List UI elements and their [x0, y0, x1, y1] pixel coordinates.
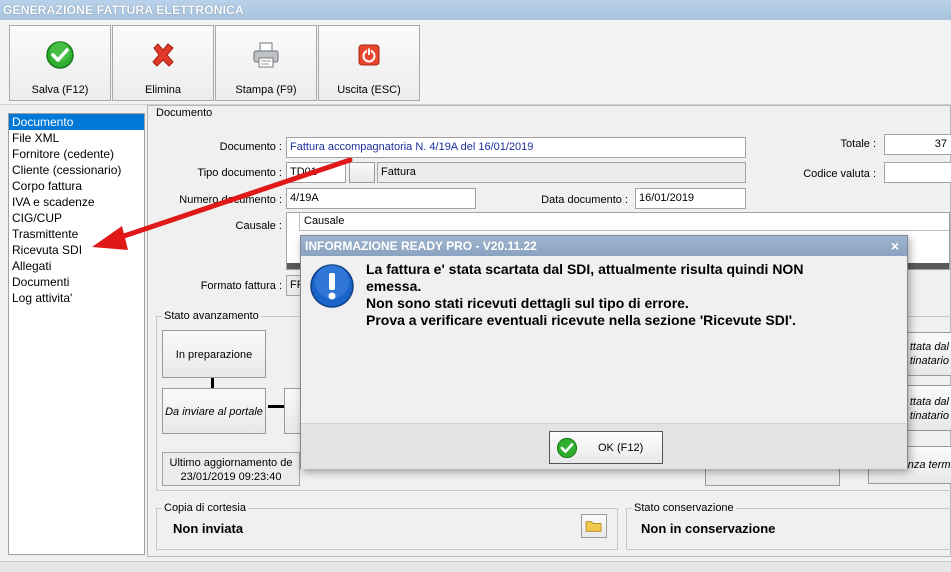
dialog-message-line1: La fattura e' stata scartata dal SDI, at… [366, 261, 804, 277]
checkmark-icon [556, 437, 578, 459]
dialog-message-line4: Prova a verificare eventuali ricevute ne… [366, 312, 796, 328]
ok-button[interactable]: OK (F12) [549, 431, 663, 464]
dialog-title: INFORMAZIONE READY PRO - V20.11.22 [301, 236, 907, 256]
info-dialog: INFORMAZIONE READY PRO - V20.11.22 × La … [300, 235, 908, 469]
dialog-close-button[interactable]: × [886, 237, 904, 255]
info-icon [310, 264, 354, 308]
dialog-message: La fattura e' stata scartata dal SDI, at… [366, 261, 896, 329]
dialog-message-line3: Non sono stati ricevuti dettagli sul tip… [366, 295, 689, 311]
dialog-message-line2: emessa. [366, 278, 422, 294]
ok-button-label: OK (F12) [598, 442, 644, 454]
